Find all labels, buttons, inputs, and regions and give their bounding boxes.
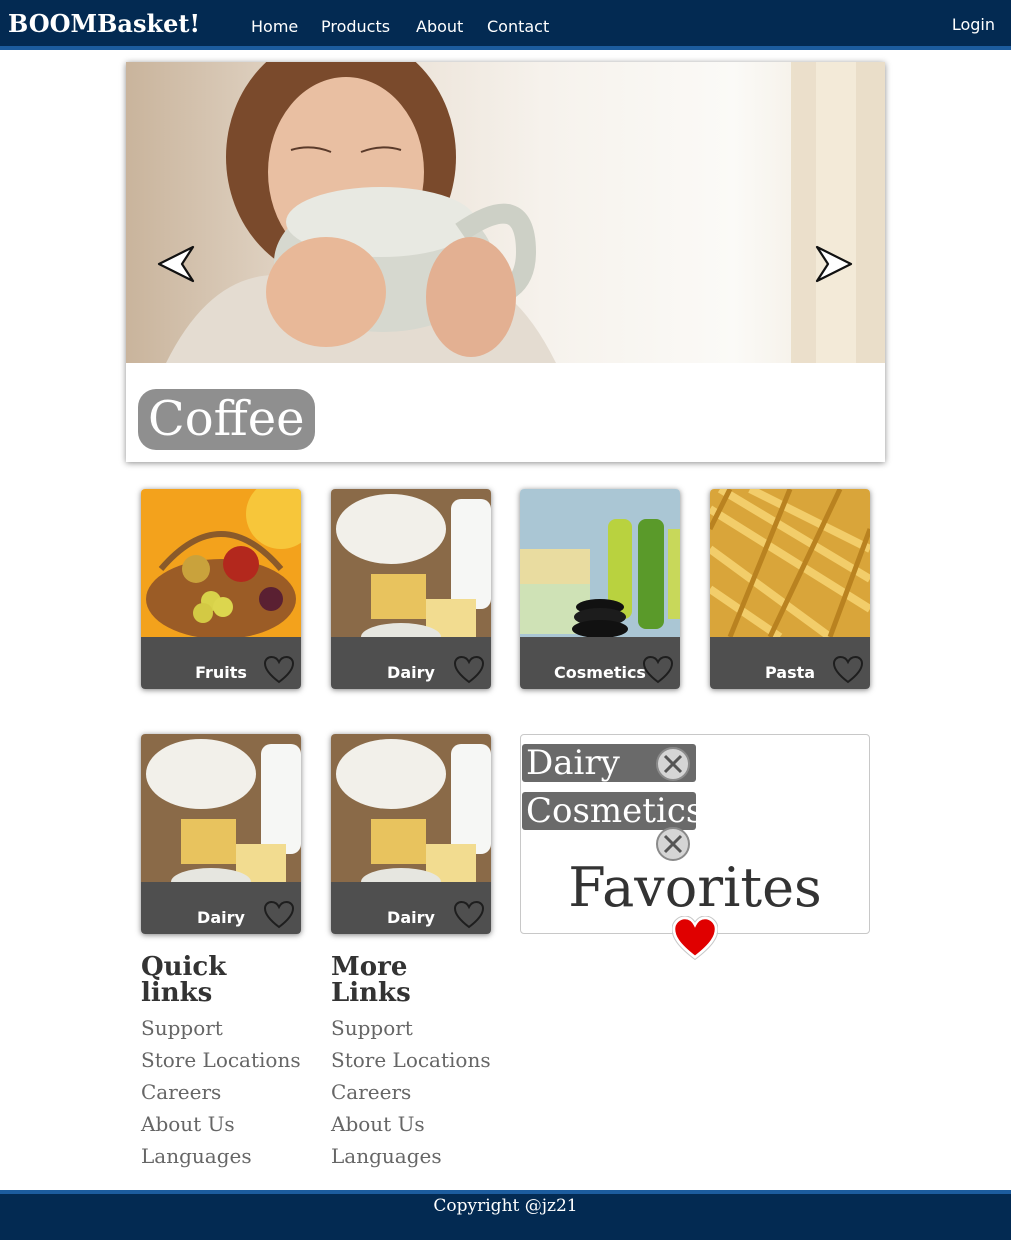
link-careers[interactable]: Careers	[331, 1076, 501, 1108]
more-links-section: More Links Support Store Locations Career…	[331, 954, 501, 1172]
top-navbar: BOOMBasket! Home Products About Contact …	[0, 0, 1011, 50]
login-link[interactable]: Login	[952, 13, 995, 37]
hero-slide-image	[126, 62, 885, 363]
nav-contact-link[interactable]: Contact	[487, 15, 549, 39]
category-card-fruits[interactable]: Fruits	[141, 489, 301, 689]
pasta-image	[710, 489, 870, 637]
brand-logo[interactable]: BOOMBasket!	[8, 8, 200, 40]
copyright-text: Copyright @jz21	[433, 1196, 578, 1216]
heart-outline-icon[interactable]	[832, 655, 864, 685]
fruits-image	[141, 489, 301, 637]
chevron-left-icon[interactable]	[156, 244, 196, 284]
category-card-dairy[interactable]: Dairy	[331, 489, 491, 689]
nav-about-link[interactable]: About	[416, 15, 463, 39]
category-card-dairy[interactable]: Dairy	[141, 734, 301, 934]
favorite-item-cosmetics: Cosmetics	[522, 792, 703, 830]
quick-links-section: Quick links Support Store Locations Caree…	[141, 954, 311, 1172]
category-card-dairy[interactable]: Dairy	[331, 734, 491, 934]
nav-products-link[interactable]: Products	[321, 15, 390, 39]
link-languages[interactable]: Languages	[331, 1140, 501, 1172]
dairy-image	[331, 489, 491, 637]
link-about-us[interactable]: About Us	[331, 1108, 501, 1140]
dairy-image	[141, 734, 301, 882]
quick-links-title: Quick links	[141, 952, 227, 1008]
close-icon[interactable]	[655, 746, 691, 782]
link-about-us[interactable]: About Us	[141, 1108, 311, 1140]
page-footer: Copyright @jz21	[0, 1190, 1011, 1240]
chevron-right-icon[interactable]	[814, 244, 854, 284]
heart-outline-icon[interactable]	[453, 655, 485, 685]
link-support[interactable]: Support	[141, 1012, 311, 1044]
heart-outline-icon[interactable]	[453, 900, 485, 930]
link-careers[interactable]: Careers	[141, 1076, 311, 1108]
dairy-image	[331, 734, 491, 882]
slide-caption: Coffee	[138, 389, 315, 450]
favorites-panel: Dairy Cosmetics Favorites	[520, 734, 870, 934]
nav-home-link[interactable]: Home	[251, 15, 298, 39]
category-card-pasta[interactable]: Pasta	[710, 489, 870, 689]
hero-carousel: Coffee	[126, 62, 885, 462]
link-store-locations[interactable]: Store Locations	[331, 1044, 501, 1076]
cosmetics-image	[520, 489, 680, 637]
favorites-title: Favorites	[568, 856, 822, 919]
heart-outline-icon[interactable]	[642, 655, 674, 685]
heart-icon[interactable]	[672, 916, 718, 960]
category-card-cosmetics[interactable]: Cosmetics	[520, 489, 680, 689]
more-links-title: More Links	[331, 952, 411, 1008]
link-languages[interactable]: Languages	[141, 1140, 311, 1172]
link-store-locations[interactable]: Store Locations	[141, 1044, 311, 1076]
link-support[interactable]: Support	[331, 1012, 501, 1044]
heart-outline-icon[interactable]	[263, 655, 295, 685]
heart-outline-icon[interactable]	[263, 900, 295, 930]
